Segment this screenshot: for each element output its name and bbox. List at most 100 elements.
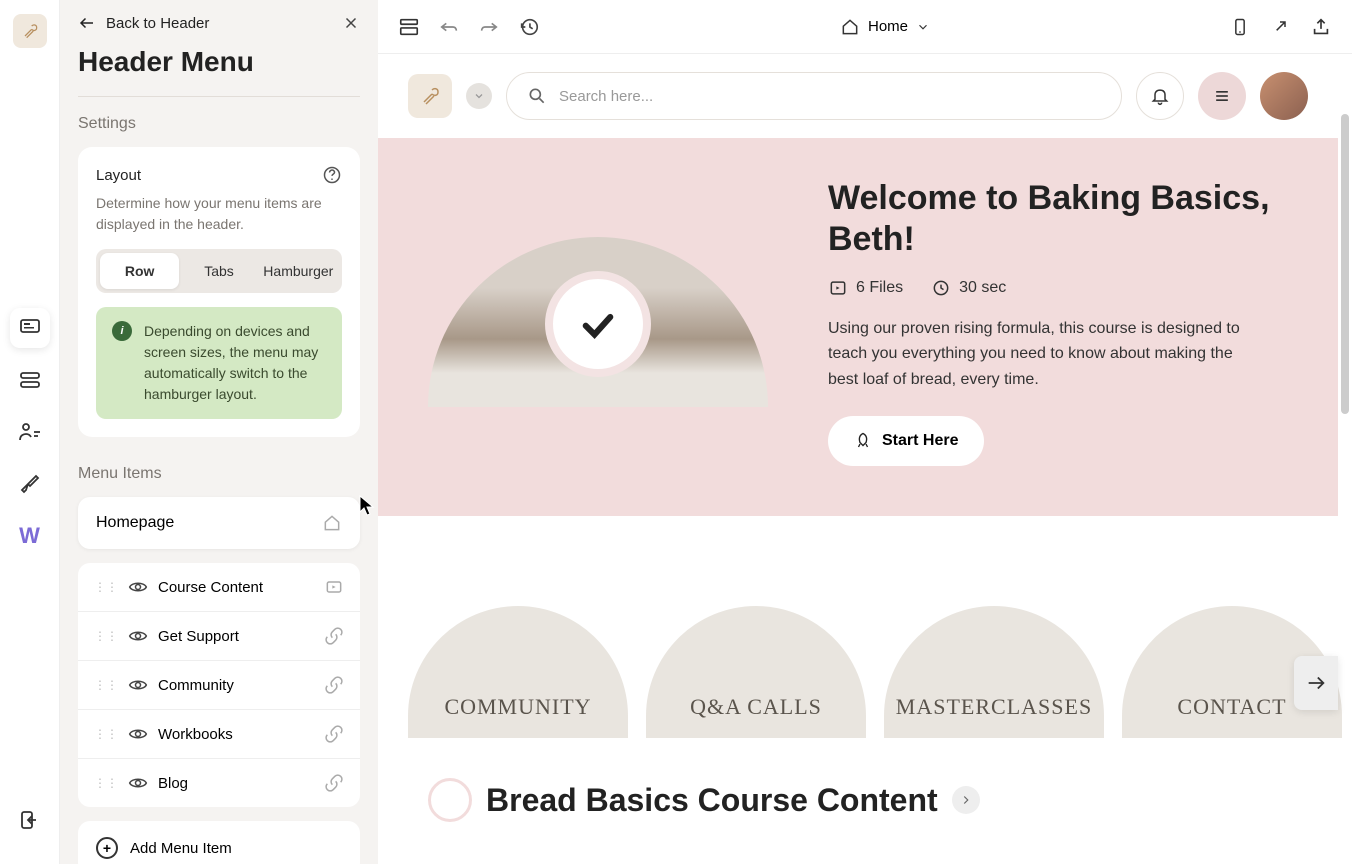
clock-icon — [931, 278, 951, 298]
mobile-icon — [1230, 17, 1250, 37]
page-selector[interactable]: Home — [840, 17, 930, 37]
hero-title: Welcome to Baking Basics, Beth! — [828, 178, 1288, 260]
menu-item-label: Blog — [158, 775, 314, 792]
carousel-next-button[interactable] — [1294, 656, 1338, 710]
back-label: Back to Header — [106, 15, 209, 32]
home-icon — [322, 513, 342, 533]
eye-icon[interactable] — [128, 577, 148, 597]
share-icon — [1310, 16, 1332, 38]
w-logo-icon: W — [19, 523, 40, 549]
logout-button[interactable] — [10, 800, 50, 840]
brush-icon — [18, 472, 42, 496]
layout-card: Layout Determine how your menu items are… — [78, 147, 360, 437]
undo-button[interactable] — [438, 16, 460, 38]
preview-logo[interactable] — [408, 74, 452, 118]
preview-canvas: Search here... Welcome to Baking Basics,… — [378, 54, 1352, 864]
content-section-header: Bread Basics Course Content — [378, 778, 1338, 842]
search-placeholder: Search here... — [559, 88, 653, 105]
drag-handle-icon[interactable]: ⋮⋮ — [94, 727, 118, 741]
chevron-right-icon — [959, 793, 973, 807]
list-icon — [18, 368, 42, 392]
whisk-icon — [418, 84, 442, 108]
category-masterclasses[interactable]: MASTERCLASSES — [884, 606, 1104, 738]
info-icon: i — [112, 321, 132, 341]
layout-toggle-button[interactable] — [398, 16, 420, 38]
nav-design[interactable] — [10, 464, 50, 504]
eye-icon[interactable] — [128, 724, 148, 744]
open-external-button[interactable] — [1270, 17, 1290, 37]
search-icon — [527, 86, 547, 106]
plus-icon: + — [96, 837, 118, 859]
layout-info-text: Depending on devices and screen sizes, t… — [144, 321, 326, 405]
share-button[interactable] — [1310, 16, 1332, 38]
menu-item[interactable]: ⋮⋮ Get Support — [78, 612, 360, 661]
undo-icon — [438, 16, 460, 38]
menu-item-label: Community — [158, 677, 314, 694]
menu-item-label: Workbooks — [158, 726, 314, 743]
hero-duration-meta: 30 sec — [931, 278, 1006, 298]
help-icon[interactable] — [322, 165, 342, 185]
scrollbar[interactable] — [1341, 114, 1349, 414]
settings-section-label: Settings — [60, 115, 378, 147]
category-community[interactable]: COMMUNITY — [408, 606, 628, 738]
eye-icon[interactable] — [128, 675, 148, 695]
start-here-label: Start Here — [882, 432, 958, 450]
link-icon — [324, 773, 344, 793]
back-button[interactable]: Back to Header — [78, 14, 209, 32]
hamburger-icon — [1212, 86, 1232, 106]
nav-brand[interactable]: W — [10, 516, 50, 556]
redo-icon — [478, 16, 500, 38]
menu-item[interactable]: ⋮⋮ Community — [78, 661, 360, 710]
hero-files-meta: 6 Files — [828, 278, 903, 298]
layout-option-tabs[interactable]: Tabs — [179, 253, 258, 289]
nav-lists[interactable] — [10, 360, 50, 400]
menu-item[interactable]: ⋮⋮ Course Content — [78, 563, 360, 612]
menu-item[interactable]: ⋮⋮ Blog — [78, 759, 360, 807]
redo-button[interactable] — [478, 16, 500, 38]
start-here-button[interactable]: Start Here — [828, 416, 984, 466]
chevron-down-icon — [473, 90, 485, 102]
rocket-icon — [854, 432, 872, 450]
drag-handle-icon[interactable]: ⋮⋮ — [94, 776, 118, 790]
history-button[interactable] — [518, 16, 540, 38]
search-input[interactable]: Search here... — [506, 72, 1122, 120]
drag-handle-icon[interactable]: ⋮⋮ — [94, 629, 118, 643]
preview-variant-toggle[interactable] — [466, 83, 492, 109]
drag-handle-icon[interactable]: ⋮⋮ — [94, 580, 118, 594]
menu-button[interactable] — [1198, 72, 1246, 120]
progress-circle-icon — [428, 778, 472, 822]
logout-icon — [18, 808, 42, 832]
notifications-button[interactable] — [1136, 72, 1184, 120]
content-expand-button[interactable] — [952, 786, 980, 814]
drag-handle-icon[interactable]: ⋮⋮ — [94, 678, 118, 692]
categories-row: COMMUNITY Q&A CALLS MASTERCLASSES CONTAC… — [378, 516, 1338, 778]
eye-icon[interactable] — [128, 626, 148, 646]
avatar[interactable] — [1260, 72, 1308, 120]
external-icon — [1270, 17, 1290, 37]
category-qa-calls[interactable]: Q&A CALLS — [646, 606, 866, 738]
link-icon — [324, 626, 344, 646]
mobile-preview-button[interactable] — [1230, 17, 1250, 37]
nav-layouts[interactable] — [10, 308, 50, 348]
hero-check-badge — [545, 271, 651, 377]
homepage-label: Homepage — [96, 514, 174, 532]
home-icon — [840, 17, 860, 37]
link-icon — [324, 724, 344, 744]
layout-option-hamburger[interactable]: Hamburger — [259, 253, 338, 289]
layouts-icon — [18, 316, 42, 340]
files-icon — [828, 278, 848, 298]
nav-people[interactable] — [10, 412, 50, 452]
layout-option-row[interactable]: Row — [100, 253, 179, 289]
history-icon — [518, 16, 540, 38]
close-icon — [342, 14, 360, 32]
close-button[interactable] — [342, 14, 360, 32]
app-logo[interactable] — [13, 14, 47, 48]
layout-info-box: i Depending on devices and screen sizes,… — [96, 307, 342, 419]
add-menu-item-button[interactable]: + Add Menu Item — [78, 821, 360, 864]
menu-item[interactable]: ⋮⋮ Workbooks — [78, 710, 360, 759]
menu-item-label: Get Support — [158, 628, 314, 645]
eye-icon[interactable] — [128, 773, 148, 793]
homepage-item[interactable]: Homepage — [78, 497, 360, 549]
main-area: Home Search here... — [378, 0, 1352, 864]
people-icon — [18, 420, 42, 444]
